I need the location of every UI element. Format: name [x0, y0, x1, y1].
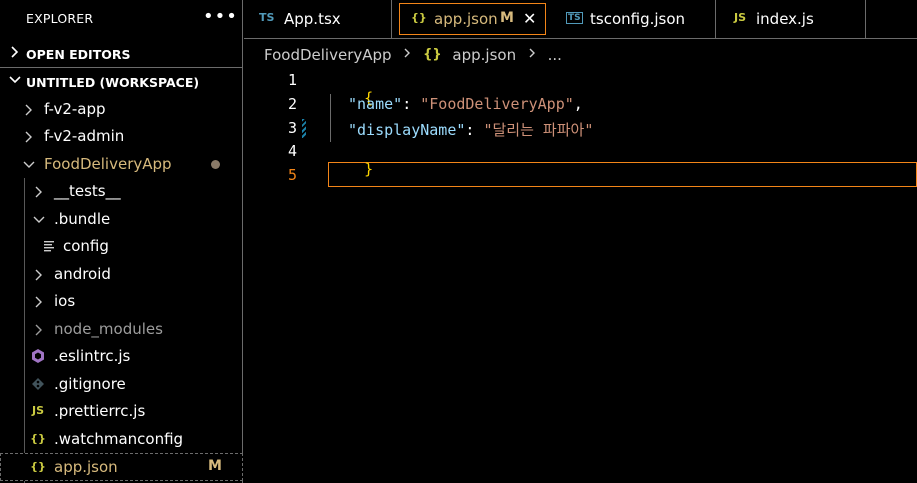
close-brace: } [364, 160, 374, 178]
tab-label: tsconfig.json [590, 10, 686, 28]
line-number: 4 [287, 142, 297, 160]
tree-item-label: FoodDeliveryApp [44, 155, 172, 173]
modified-dot-icon [211, 160, 220, 169]
section-workspace[interactable]: UNTITLED (WORKSPACE) [0, 69, 243, 95]
tab-index-js[interactable]: JS index.js [716, 0, 866, 38]
code-line-4: } [328, 142, 373, 196]
editor-tab-bar: TS App.tsx {} app.json M ✕ TS tsconfig.j… [244, 0, 917, 38]
chevron-right-icon [529, 48, 535, 58]
tree-item-label: android [54, 265, 111, 283]
tab-label: index.js [756, 10, 814, 28]
tab-bar-divider [244, 38, 917, 39]
tree-item-label: .eslintrc.js [54, 347, 131, 365]
tab-app-tsx[interactable]: TS App.tsx [244, 0, 392, 38]
chevron-down-icon [9, 76, 21, 84]
tree-item-label: f-v2-app [44, 100, 106, 118]
tree-item-gitignore[interactable]: .gitignore [0, 371, 243, 398]
chevron-right-icon [11, 46, 19, 58]
chevron-down-icon [23, 161, 35, 168]
json-icon: {} [411, 11, 427, 24]
chevron-right-icon [35, 324, 42, 336]
tree-item-prettierrc[interactable]: JS .prettierrc.js [0, 398, 243, 425]
chevron-right-icon [35, 186, 42, 198]
tree-item-label: ios [54, 292, 76, 310]
javascript-icon: JS [31, 404, 44, 417]
chevron-right-icon [404, 48, 411, 58]
section-open-editors[interactable]: OPEN EDITORS [0, 41, 243, 67]
chevron-right-icon [25, 104, 32, 116]
section-label: UNTITLED (WORKSPACE) [26, 75, 200, 90]
breadcrumb-symbol[interactable]: ... [548, 46, 562, 64]
tree-item-f-v2-app[interactable]: f-v2-app [0, 96, 243, 123]
tab-label: App.tsx [284, 10, 341, 28]
javascript-icon: JS [734, 11, 747, 24]
tree-item-fooddeliveryapp[interactable]: FoodDeliveryApp [0, 151, 243, 178]
section-divider [0, 67, 243, 68]
typescript-icon: TS [259, 11, 275, 24]
tree-item-config[interactable]: config [0, 233, 243, 260]
tree-item-eslintrc[interactable]: .eslintrc.js [0, 343, 243, 370]
current-line-highlight [328, 162, 917, 187]
tab-tsconfig-json[interactable]: TS tsconfig.json [551, 0, 716, 38]
line-number-current: 5 [287, 166, 297, 184]
tree-item-label: f-v2-admin [44, 127, 125, 145]
json-icon: {} [30, 432, 46, 445]
tree-item-f-v2-admin[interactable]: f-v2-admin [0, 123, 243, 150]
json-string-value: "FoodDeliveryApp" [420, 95, 574, 113]
chevron-right-icon [35, 269, 42, 281]
code-editor[interactable]: 1 2 3 4 5 { "name": "FoodDeliveryApp", "… [244, 68, 917, 483]
breadcrumb: FoodDeliveryApp {} app.json ... [264, 45, 562, 67]
tree-item-tests[interactable]: __tests__ [0, 178, 243, 205]
git-icon [32, 378, 44, 390]
modified-badge: M [500, 10, 514, 26]
tree-item-label: .bundle [54, 210, 111, 228]
tree-item-bundle[interactable]: .bundle [0, 206, 243, 233]
line-number: 1 [287, 71, 297, 89]
comma: , [573, 95, 583, 113]
colon: : [402, 95, 421, 113]
close-icon[interactable]: ✕ [523, 9, 536, 28]
more-actions-icon[interactable]: ••• [203, 6, 238, 27]
explorer-title: EXPLORER [26, 11, 94, 26]
code-line-3: "displayName": "달리는 파파아" [348, 119, 593, 140]
tree-item-watchmanconfig[interactable]: {} .watchmanconfig [0, 426, 243, 453]
modified-line-gutter-mark [302, 119, 306, 138]
chevron-right-icon [35, 296, 42, 308]
tree-item-app-json[interactable]: {} app.json M [0, 453, 243, 481]
tree-item-label: .gitignore [54, 375, 126, 393]
json-icon: {} [423, 47, 442, 62]
json-string-value: "달리는 파파아" [483, 121, 594, 139]
json-icon: {} [30, 460, 46, 473]
line-number: 2 [287, 95, 297, 113]
tab-app-json[interactable]: {} app.json M ✕ [399, 3, 546, 35]
tree-item-node-modules[interactable]: node_modules [0, 316, 243, 343]
tree-item-android[interactable]: android [0, 261, 243, 288]
colon: : [465, 121, 484, 139]
tree-item-label: app.json [54, 458, 118, 476]
explorer-sidebar: EXPLORER ••• OPEN EDITORS UNTITLED (WORK… [0, 0, 243, 483]
chevron-down-icon [33, 216, 45, 223]
code-line-2: "name": "FoodDeliveryApp", [348, 95, 583, 113]
tsconfig-icon: TS [566, 12, 583, 24]
tree-item-label: .watchmanconfig [54, 430, 184, 448]
chevron-right-icon [25, 131, 32, 143]
tab-label: app.json [434, 10, 498, 28]
section-label: OPEN EDITORS [26, 47, 131, 62]
eslint-icon [32, 349, 44, 363]
breadcrumb-file[interactable]: app.json [452, 46, 516, 64]
tree-item-label: __tests__ [54, 182, 121, 200]
tree-item-ios[interactable]: ios [0, 288, 243, 315]
tree-item-label: .prettierrc.js [54, 402, 146, 420]
breadcrumb-folder[interactable]: FoodDeliveryApp [264, 46, 392, 64]
explorer-header: EXPLORER ••• [0, 0, 243, 38]
modified-badge: M [208, 458, 222, 474]
tree-item-label: node_modules [54, 320, 163, 338]
json-key: "name" [348, 95, 403, 113]
text-file-icon [44, 241, 54, 252]
line-number: 3 [287, 119, 297, 137]
json-key: "displayName" [348, 121, 466, 139]
tree-item-label: config [63, 237, 109, 255]
